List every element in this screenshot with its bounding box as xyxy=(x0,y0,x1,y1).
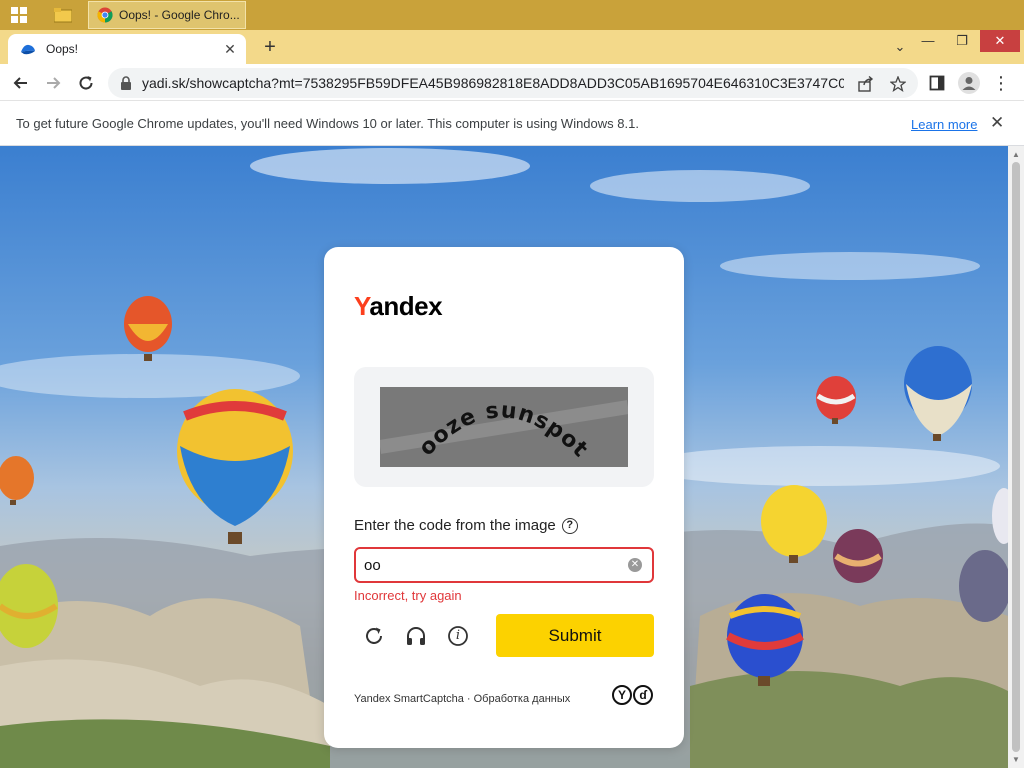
captcha-image-box: ooze sunspot xyxy=(354,367,654,487)
page-viewport: Yandex ooze sunspot Enter the code from … xyxy=(0,146,1008,768)
side-panel-icon[interactable] xyxy=(926,72,948,94)
infobar-message: To get future Google Chrome updates, you… xyxy=(16,116,639,131)
infobar-close-icon[interactable]: ✕ xyxy=(990,113,1004,133)
captcha-image: ooze sunspot xyxy=(380,387,628,467)
audio-captcha-icon[interactable] xyxy=(404,624,428,648)
back-arrow-icon[interactable] xyxy=(8,70,34,96)
smartcaptcha-logo: Y ɗ xyxy=(612,685,653,705)
taskbar-chrome-window[interactable]: Oops! - Google Chro... xyxy=(88,1,246,29)
tab-title: Oops! xyxy=(46,42,79,56)
scroll-down-arrow-icon[interactable]: ▼ xyxy=(1012,755,1020,764)
restore-button[interactable]: ❐ xyxy=(946,30,978,52)
chrome-icon xyxy=(97,7,113,23)
captcha-card: Yandex ooze sunspot Enter the code from … xyxy=(324,247,684,748)
bookmark-star-icon[interactable] xyxy=(888,74,908,94)
tab-close-icon[interactable]: ✕ xyxy=(222,41,238,57)
tab-oops[interactable]: Oops! ✕ xyxy=(8,34,246,64)
update-infobar: To get future Google Chrome updates, you… xyxy=(0,101,1024,146)
file-explorer-icon[interactable] xyxy=(50,3,76,27)
os-taskbar: Oops! - Google Chro... xyxy=(0,0,1024,30)
clear-input-icon[interactable]: ✕ xyxy=(628,558,642,572)
yandex-logo: Yandex xyxy=(354,291,443,321)
windows-start-icon[interactable] xyxy=(6,3,32,27)
chrome-menu-icon[interactable]: ⋮ xyxy=(990,72,1012,94)
submit-button[interactable]: Submit xyxy=(496,614,654,657)
url-text[interactable]: yadi.sk/showcaptcha?mt=7538295FB59DFEA45… xyxy=(142,75,844,91)
scroll-up-arrow-icon[interactable]: ▲ xyxy=(1012,150,1020,159)
browser-toolbar: yadi.sk/showcaptcha?mt=7538295FB59DFEA45… xyxy=(0,64,1024,101)
refresh-captcha-icon[interactable] xyxy=(362,624,386,648)
captcha-prompt: Enter the code from the image ? xyxy=(354,517,578,534)
captcha-input-wrapper: ✕ xyxy=(354,547,654,583)
minimize-button[interactable]: — xyxy=(912,30,944,52)
taskbar-window-title: Oops! - Google Chro... xyxy=(119,8,240,22)
page-scrollbar[interactable]: ▲ ▼ xyxy=(1008,146,1024,768)
forward-arrow-icon[interactable] xyxy=(40,70,66,96)
captcha-prompt-text: Enter the code from the image xyxy=(354,517,556,534)
new-tab-button[interactable]: + xyxy=(258,36,282,58)
learn-more-link[interactable]: Learn more xyxy=(911,117,977,132)
share-icon[interactable] xyxy=(856,74,876,94)
window-close-button[interactable]: ✕ xyxy=(980,30,1020,52)
error-message: Incorrect, try again xyxy=(354,588,462,603)
profile-avatar-icon[interactable] xyxy=(958,72,980,94)
reload-icon[interactable] xyxy=(73,70,99,96)
scroll-thumb[interactable] xyxy=(1012,162,1020,752)
yandex-disk-favicon xyxy=(21,44,35,55)
lock-icon[interactable] xyxy=(120,76,132,90)
help-icon[interactable]: ? xyxy=(561,517,578,534)
captcha-footer[interactable]: Yandex SmartCaptcha · Обработка данных xyxy=(354,693,570,705)
info-icon[interactable]: i xyxy=(446,624,470,648)
address-bar[interactable]: yadi.sk/showcaptcha?mt=7538295FB59DFEA45… xyxy=(108,68,918,98)
tab-strip: Oops! ✕ + ⌄ — ❐ ✕ xyxy=(0,30,1024,64)
captcha-input[interactable] xyxy=(356,549,616,581)
